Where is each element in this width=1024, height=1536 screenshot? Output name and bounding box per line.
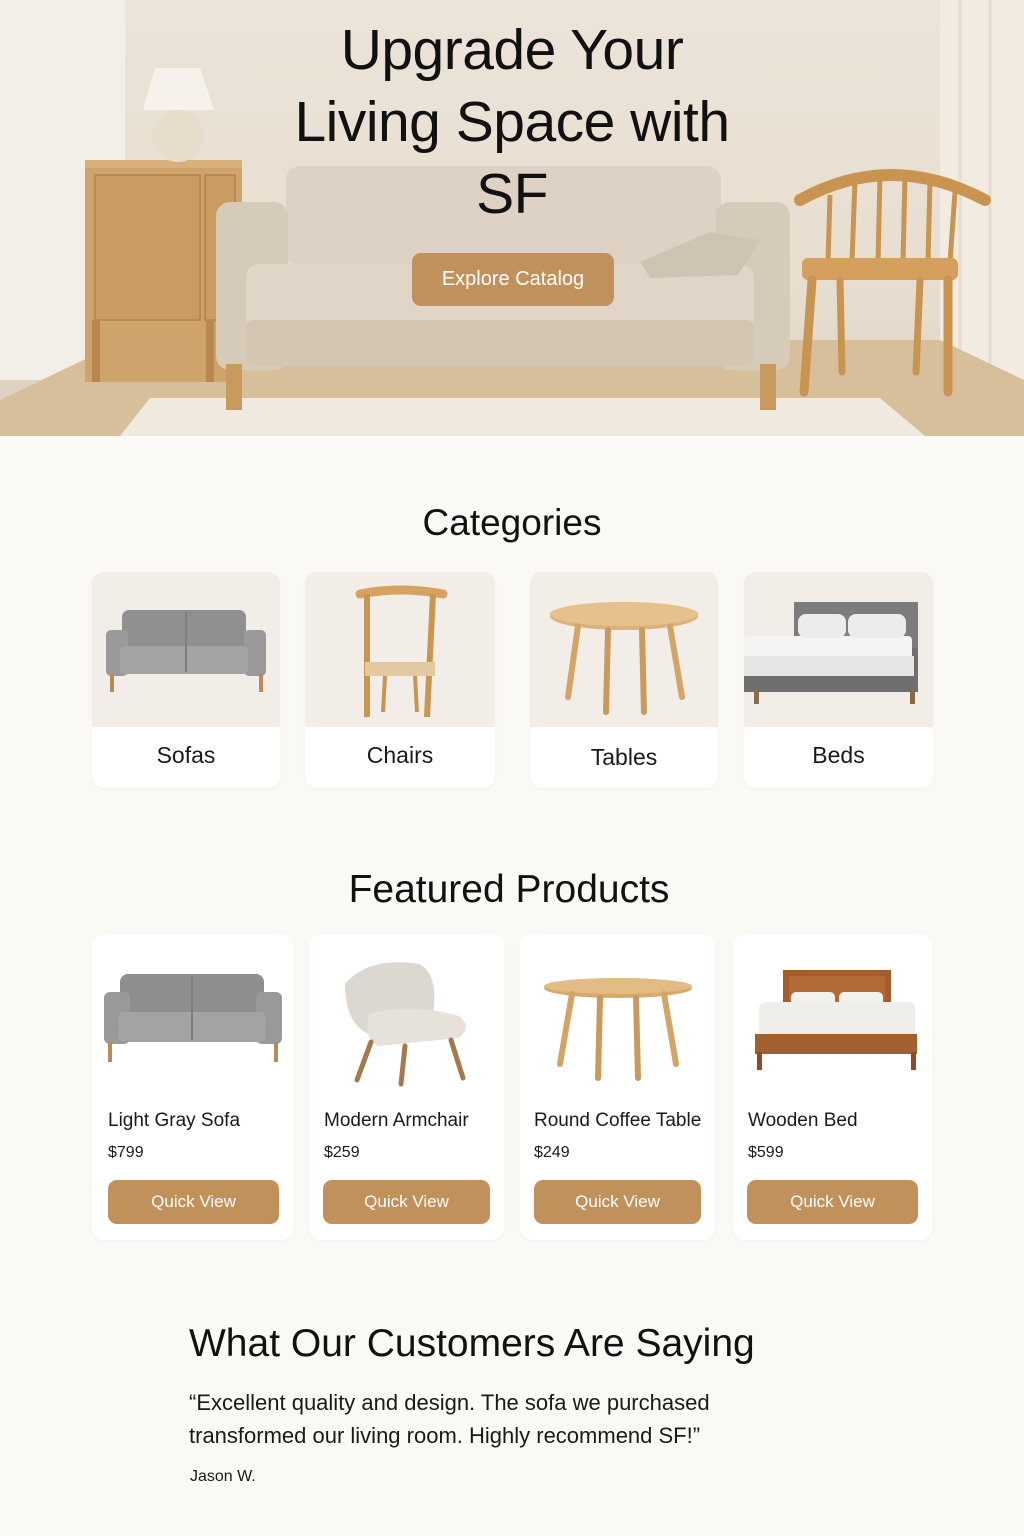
armchair-icon [309, 954, 504, 1104]
quote-line: transformed our living room. Highly reco… [189, 1423, 701, 1448]
chair-icon [305, 572, 495, 727]
quote-line: “Excellent quality and design. The sofa … [189, 1390, 710, 1415]
quick-view-button[interactable]: Quick View [323, 1180, 490, 1224]
product-price: $249 [534, 1144, 570, 1161]
hero-banner: Upgrade Your Living Space with SF Explor… [0, 0, 1024, 436]
testimonials-heading: What Our Customers Are Saying [189, 1322, 755, 1365]
category-card-sofas[interactable]: Sofas [92, 572, 280, 788]
explore-catalog-button[interactable]: Explore Catalog [412, 253, 614, 306]
hero-title-line: SF [476, 162, 548, 226]
bed-icon [744, 572, 933, 727]
category-label: Sofas [156, 742, 216, 768]
product-name: Wooden Bed [748, 1110, 858, 1131]
product-card-light-gray-sofa: Light Gray Sofa $799 Quick View [92, 934, 293, 1240]
quick-view-button[interactable]: Quick View [534, 1180, 701, 1224]
product-card-modern-armchair: Modern Armchair $259 Quick View [309, 934, 504, 1240]
category-label: Chairs [366, 742, 434, 768]
hero-title: Upgrade Your Living Space with SF [212, 14, 812, 230]
product-price: $599 [748, 1144, 784, 1161]
product-card-round-coffee-table: Round Coffee Table $249 Quick View [520, 934, 715, 1240]
product-price: $799 [108, 1144, 144, 1161]
featured-products-heading: Featured Products [348, 868, 670, 911]
category-label: Beds [812, 742, 865, 768]
quick-view-button[interactable]: Quick View [108, 1180, 279, 1224]
testimonial-quote: “Excellent quality and design. The sofa … [189, 1386, 789, 1452]
category-card-beds[interactable]: Beds [744, 572, 933, 788]
product-card-wooden-bed: Wooden Bed $599 Quick View [733, 934, 932, 1240]
categories-heading: Categories [422, 502, 602, 543]
coffee-table-icon [520, 954, 715, 1104]
product-name: Light Gray Sofa [108, 1110, 241, 1131]
hero-title-line: Living Space with [294, 90, 730, 154]
testimonial-author: Jason W. [190, 1468, 256, 1485]
product-price: $259 [324, 1144, 360, 1161]
category-label: Tables [590, 744, 658, 770]
quick-view-button[interactable]: Quick View [747, 1180, 918, 1224]
bed-icon [733, 954, 932, 1104]
sofa-icon [92, 954, 293, 1104]
product-name: Round Coffee Table [534, 1110, 702, 1131]
sofa-icon [92, 572, 280, 727]
product-name: Modern Armchair [324, 1110, 469, 1131]
category-card-chairs[interactable]: Chairs [305, 572, 495, 788]
category-card-tables[interactable]: Tables [530, 572, 718, 788]
table-icon [530, 572, 718, 727]
hero-title-line: Upgrade Your [340, 18, 684, 82]
